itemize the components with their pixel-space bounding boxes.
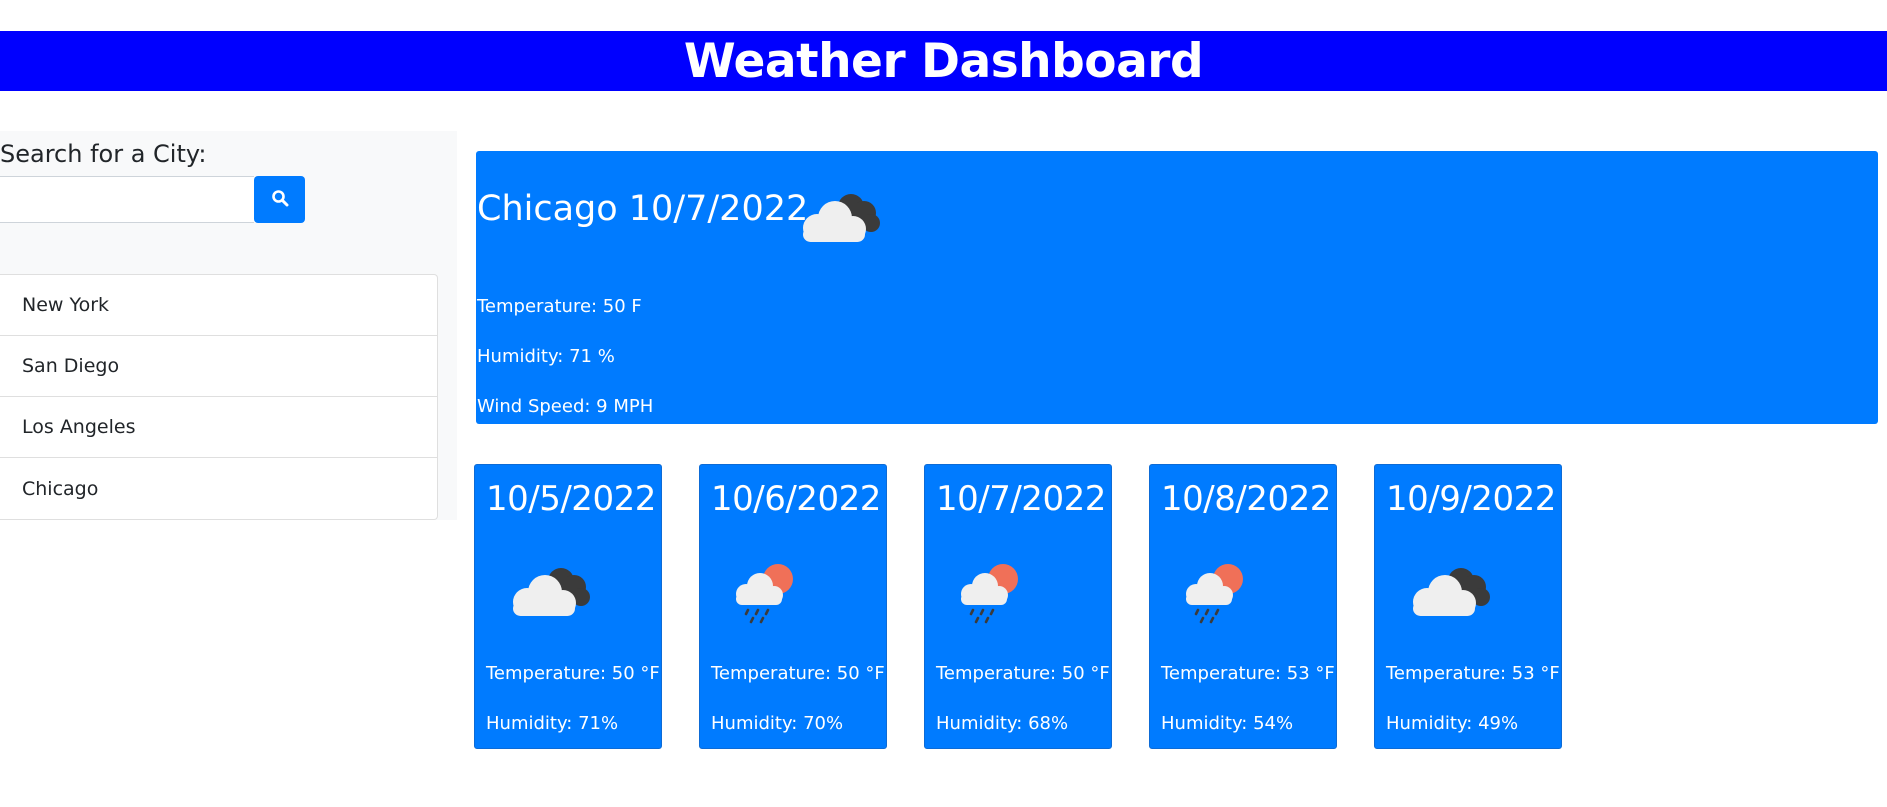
forecast-date: 10/6/2022 — [711, 479, 881, 519]
forecast-date: 10/5/2022 — [486, 479, 656, 519]
city-item-san-diego[interactable]: San Diego — [0, 336, 437, 397]
forecast-temperature: Temperature: 50 °F — [936, 663, 1110, 684]
current-humidity: Humidity: 71 % — [477, 346, 615, 367]
cloudy-icon — [1401, 557, 1493, 626]
sidebar: Search for a City: New York San Diego Lo… — [0, 131, 457, 520]
city-search-input[interactable] — [0, 176, 254, 223]
forecast-humidity: Humidity: 71% — [486, 713, 619, 734]
forecast-temperature: Temperature: 53 °F — [1386, 663, 1560, 684]
forecast-temperature: Temperature: 50 °F — [486, 663, 660, 684]
rain-sun-icon — [726, 557, 818, 632]
forecast-humidity: Humidity: 54% — [1161, 713, 1294, 734]
current-weather-card: Chicago 10/7/2022 Temperature: 50 F Humi… — [476, 151, 1878, 424]
rain-sun-icon — [1176, 557, 1268, 632]
current-wind-speed: Wind Speed: 9 MPH — [477, 396, 654, 417]
city-item-los-angeles[interactable]: Los Angeles — [0, 397, 437, 458]
forecast-temperature: Temperature: 53 °F — [1161, 663, 1335, 684]
city-item-chicago[interactable]: Chicago — [0, 458, 437, 519]
forecast-humidity: Humidity: 68% — [936, 713, 1069, 734]
search-label: Search for a City: — [0, 140, 207, 168]
current-temperature: Temperature: 50 F — [477, 296, 642, 317]
current-city-date: Chicago 10/7/2022 — [477, 189, 809, 229]
forecast-date: 10/7/2022 — [936, 479, 1106, 519]
forecast-card: 10/6/2022 Temperature: 50 °F Humidity: 7… — [699, 464, 887, 749]
page-header: Weather Dashboard — [0, 31, 1887, 91]
forecast-humidity: Humidity: 70% — [711, 713, 844, 734]
cloudy-icon — [791, 183, 883, 252]
search-history-list: New York San Diego Los Angeles Chicago — [0, 274, 438, 520]
search-button[interactable] — [254, 176, 305, 223]
forecast-card: 10/8/2022 Temperature: 53 °F Humidity: 5… — [1149, 464, 1337, 749]
forecast-card: 10/7/2022 Temperature: 50 °F Humidity: 6… — [924, 464, 1112, 749]
search-icon — [271, 189, 289, 210]
page-title: Weather Dashboard — [683, 33, 1204, 89]
forecast-date: 10/9/2022 — [1386, 479, 1556, 519]
forecast-temperature: Temperature: 50 °F — [711, 663, 885, 684]
cloudy-icon — [501, 557, 593, 626]
forecast-card: 10/5/2022 Temperature: 50 °F Humidity: 7… — [474, 464, 662, 749]
rain-sun-icon — [951, 557, 1043, 632]
forecast-humidity: Humidity: 49% — [1386, 713, 1519, 734]
forecast-card: 10/9/2022 Temperature: 53 °F Humidity: 4… — [1374, 464, 1562, 749]
city-item-new-york[interactable]: New York — [0, 275, 437, 336]
forecast-date: 10/8/2022 — [1161, 479, 1331, 519]
